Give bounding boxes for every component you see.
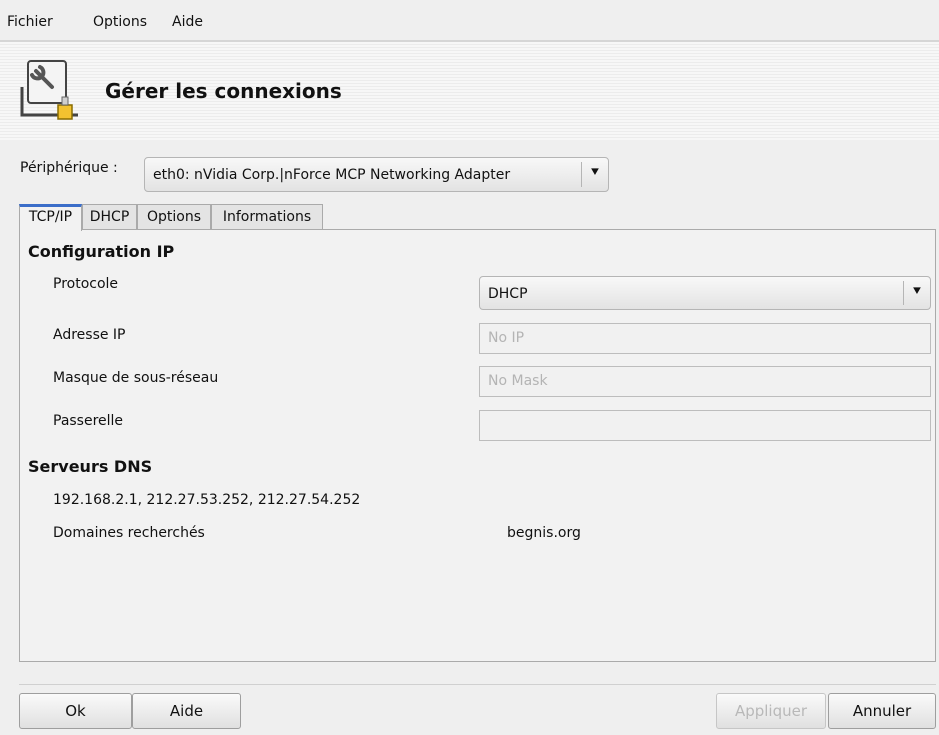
- header-banner: Gérer les connexions: [0, 42, 939, 140]
- protocol-select-value: DHCP: [488, 286, 528, 302]
- subnet-mask-field[interactable]: No Mask: [479, 366, 931, 397]
- apply-button[interactable]: Appliquer: [716, 693, 826, 729]
- protocol-select[interactable]: DHCP ⯆: [479, 276, 931, 310]
- tab-dhcp[interactable]: DHCP: [82, 204, 137, 230]
- chevron-down-icon: ⯆: [581, 162, 608, 187]
- menu-options[interactable]: Options: [93, 14, 147, 30]
- cancel-button[interactable]: Annuler: [828, 693, 936, 729]
- dns-heading: Serveurs DNS: [28, 457, 153, 476]
- menu-fichier[interactable]: Fichier: [7, 14, 53, 30]
- gateway-field[interactable]: [479, 410, 931, 441]
- tab-tcpip[interactable]: TCP/IP: [19, 204, 82, 231]
- subnet-mask-label: Masque de sous-réseau: [53, 370, 219, 386]
- chevron-down-icon: ⯆: [903, 281, 930, 305]
- ip-address-label: Adresse IP: [53, 327, 126, 343]
- network-tool-icon: [20, 60, 78, 120]
- ip-address-field[interactable]: No IP: [479, 323, 931, 354]
- ip-config-heading: Configuration IP: [28, 242, 175, 261]
- device-select[interactable]: eth0: nVidia Corp.|nForce MCP Networking…: [144, 157, 609, 192]
- help-button[interactable]: Aide: [132, 693, 241, 729]
- device-select-value: eth0: nVidia Corp.|nForce MCP Networking…: [153, 167, 511, 183]
- gateway-label: Passerelle: [53, 413, 124, 429]
- menu-aide[interactable]: Aide: [172, 14, 203, 30]
- divider: [19, 684, 936, 685]
- protocol-label: Protocole: [53, 276, 119, 292]
- search-domains-value: begnis.org: [507, 525, 581, 541]
- page-title: Gérer les connexions: [105, 79, 342, 103]
- device-label: Périphérique :: [20, 160, 118, 176]
- ok-button[interactable]: Ok: [19, 693, 132, 729]
- tab-informations[interactable]: Informations: [211, 204, 323, 230]
- dns-servers-value: 192.168.2.1, 212.27.53.252, 212.27.54.25…: [53, 492, 361, 508]
- tab-options[interactable]: Options: [137, 204, 211, 230]
- search-domains-label: Domaines recherchés: [53, 525, 205, 541]
- menu-bar: Fichier Options Aide: [0, 0, 939, 42]
